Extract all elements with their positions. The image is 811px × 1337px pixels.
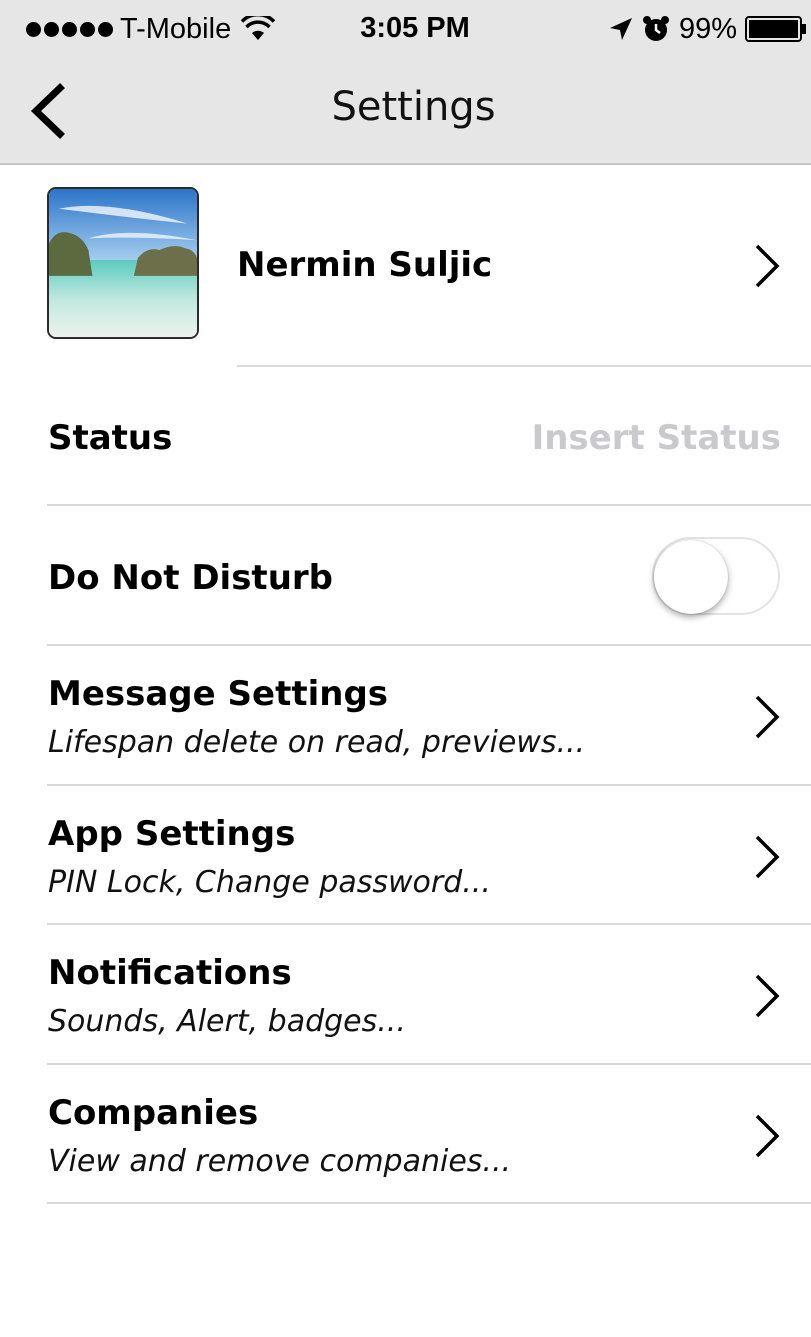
location-arrow-icon	[609, 18, 632, 40]
menu-item-subtitle: Lifespan delete on read, previews...	[48, 725, 586, 760]
status-bar: T-Mobile 3:05 PM 99%	[0, 0, 811, 58]
avatar	[47, 187, 199, 339]
profile-row[interactable]: Nermin Suljic	[0, 165, 811, 367]
menu-item-title: Companies	[48, 1093, 259, 1133]
status-label: Status	[48, 418, 173, 458]
divider	[47, 644, 811, 646]
divider	[47, 923, 811, 925]
chevron-right-icon	[755, 835, 780, 879]
do-not-disturb-label: Do Not Disturb	[48, 558, 333, 598]
alarm-clock-icon	[642, 16, 669, 41]
divider	[47, 1202, 811, 1204]
toggle-knob	[654, 540, 728, 614]
menu-item-subtitle: View and remove companies...	[48, 1144, 512, 1179]
divider	[47, 784, 811, 786]
menu-item-title: App Settings	[48, 814, 296, 854]
profile-name: Nermin Suljic	[237, 245, 493, 285]
navigation-bar: Settings	[0, 58, 811, 165]
battery-percent: 99%	[678, 12, 737, 45]
battery-icon	[745, 16, 806, 42]
do-not-disturb-toggle[interactable]	[652, 537, 780, 615]
status-input[interactable]: Insert Status	[532, 418, 781, 458]
menu-item-subtitle: PIN Lock, Change password...	[48, 865, 491, 900]
chevron-right-icon	[755, 1114, 780, 1158]
status-bar-right: 99%	[609, 12, 807, 46]
chevron-right-icon	[755, 974, 780, 1018]
chevron-right-icon	[755, 695, 780, 739]
menu-item-subtitle: Sounds, Alert, badges...	[48, 1004, 406, 1039]
divider	[47, 1063, 811, 1065]
chevron-right-icon	[755, 244, 780, 288]
divider	[237, 365, 811, 367]
divider	[47, 504, 811, 506]
page-title: Settings	[331, 84, 496, 130]
menu-item-title: Message Settings	[48, 674, 389, 714]
menu-item-title: Notifications	[48, 953, 292, 993]
